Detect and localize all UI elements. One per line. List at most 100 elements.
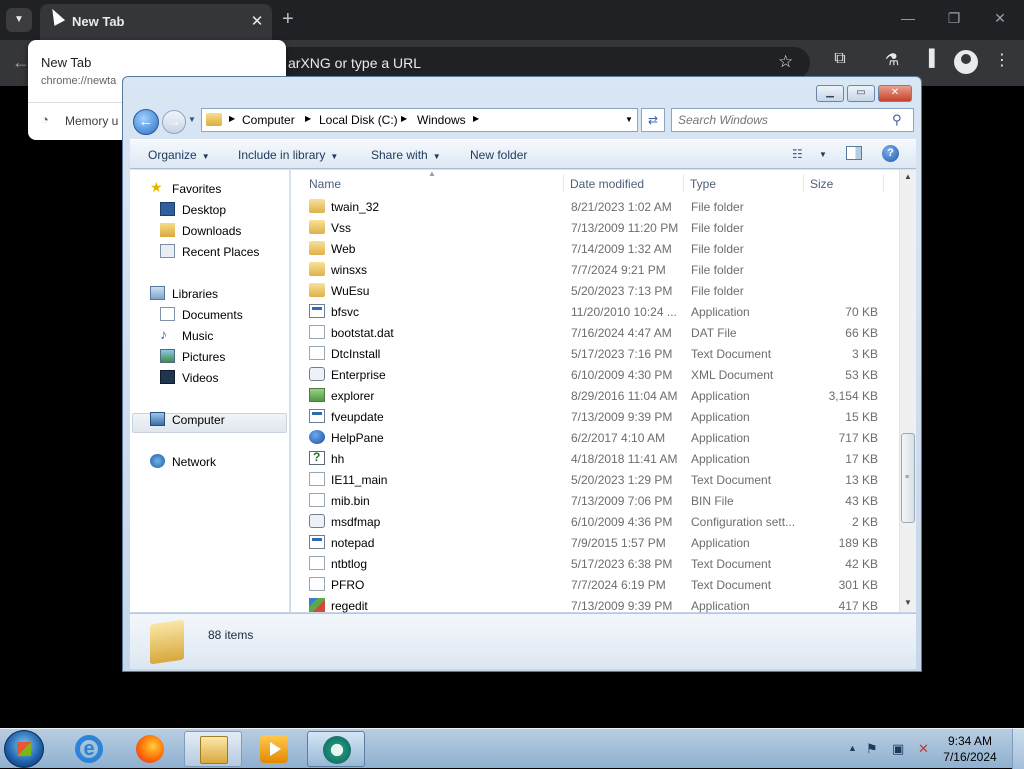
profile-avatar-icon[interactable] xyxy=(954,50,978,74)
file-row[interactable]: hh 4/18/2018 11:41 AM Application 17 KB xyxy=(291,448,901,469)
file-row[interactable]: msdfmap 6/10/2009 4:36 PM Configuration se… xyxy=(291,511,901,532)
scrollbar-thumb[interactable]: ≡ xyxy=(901,433,915,523)
vertical-scrollbar[interactable]: ▲ ≡ ▼ xyxy=(899,170,916,612)
network-icon xyxy=(150,454,165,468)
scroll-up-arrow-icon[interactable]: ▲ xyxy=(904,172,912,181)
column-divider[interactable] xyxy=(883,174,884,192)
file-row[interactable]: DtcInstall 5/17/2023 7:16 PM Text Document… xyxy=(291,343,901,364)
action-center-flag-icon[interactable]: ⚑ xyxy=(866,741,878,757)
taskbar-internet-explorer[interactable]: e xyxy=(60,731,118,767)
clock-time[interactable]: 9:34 AM xyxy=(940,734,1000,748)
taskbar-chrome[interactable] xyxy=(307,731,365,767)
chevron-down-icon[interactable]: ▼ xyxy=(819,150,827,159)
file-row[interactable]: fveupdate 7/13/2009 9:39 PM Application 15 … xyxy=(291,406,901,427)
forward-button[interactable]: → xyxy=(162,110,186,134)
show-desktop-button[interactable] xyxy=(1012,729,1024,769)
include-in-library-menu[interactable]: Include in library ▼ xyxy=(238,148,338,162)
file-row[interactable]: Vss 7/13/2009 11:20 PM File folder xyxy=(291,217,901,238)
preview-pane-icon[interactable] xyxy=(846,146,862,160)
file-row[interactable]: twain_32 8/21/2023 1:02 AM File folder xyxy=(291,196,901,217)
menu-kebab-icon[interactable]: ⋮ xyxy=(990,50,1014,70)
file-row[interactable]: bfsvc 11/20/2010 10:24 ... Application 70 K… xyxy=(291,301,901,322)
app-icon xyxy=(309,535,325,549)
breadcrumb-local-disk[interactable]: Local Disk (C:) xyxy=(319,113,398,127)
back-button[interactable]: ← xyxy=(133,109,159,135)
side-panel-icon[interactable]: ▐ xyxy=(917,50,941,68)
column-header-type[interactable]: Type xyxy=(690,177,716,191)
file-name: bfsvc xyxy=(331,305,360,319)
breadcrumb-separator-icon[interactable]: ▶ xyxy=(473,114,479,123)
file-row[interactable]: Web 7/14/2009 1:32 AM File folder xyxy=(291,238,901,259)
nav-label: Videos xyxy=(182,371,219,385)
omnibox-placeholder: arXNG or type a URL xyxy=(288,55,422,71)
show-hidden-icons-icon[interactable]: ▲ xyxy=(848,743,857,753)
taskbar-windows-explorer[interactable] xyxy=(184,731,242,767)
column-header-name[interactable]: Name xyxy=(309,177,341,191)
help-icon[interactable]: ? xyxy=(882,145,899,162)
doc-icon xyxy=(309,472,325,486)
explorer-close-button[interactable]: ✕ xyxy=(878,85,912,102)
change-view-icon[interactable]: ☷ xyxy=(792,147,803,161)
breadcrumb-separator-icon[interactable]: ▶ xyxy=(305,114,311,123)
taskbar-media-player[interactable] xyxy=(245,731,303,767)
file-row[interactable]: WuEsu 5/20/2023 7:13 PM File folder xyxy=(291,280,901,301)
explorer-minimize-button[interactable]: ▁ xyxy=(816,85,844,102)
file-row[interactable]: bootstat.dat 7/16/2024 4:47 AM DAT File 66 … xyxy=(291,322,901,343)
refresh-button[interactable]: ⇄ xyxy=(641,108,665,132)
file-row[interactable]: IE11_main 5/20/2023 1:29 PM Text Document 1… xyxy=(291,469,901,490)
breadcrumb-computer[interactable]: Computer xyxy=(242,113,295,127)
file-row[interactable]: HelpPane 6/2/2017 4:10 AM Application 717 K… xyxy=(291,427,901,448)
address-bar[interactable]: ▶ Computer ▶ Local Disk (C:) ▶ Windows ▶… xyxy=(201,108,638,132)
doc-icon xyxy=(309,577,325,591)
chevron-down-icon: ▼ xyxy=(330,152,339,161)
network-tray-icon[interactable]: ▣ xyxy=(892,741,904,757)
column-divider[interactable] xyxy=(563,174,564,192)
file-row[interactable]: Enterprise 6/10/2009 4:30 PM XML Document 5… xyxy=(291,364,901,385)
labs-flask-icon[interactable]: ⚗ xyxy=(880,50,904,70)
breadcrumb-windows[interactable]: Windows xyxy=(417,113,466,127)
column-divider[interactable] xyxy=(683,174,684,192)
hover-card-title: New Tab xyxy=(41,55,92,70)
new-tab-button[interactable]: + xyxy=(282,8,294,30)
file-row[interactable]: notepad 7/9/2015 1:57 PM Application 189 KB xyxy=(291,532,901,553)
address-dropdown-icon[interactable]: ▼ xyxy=(625,115,633,124)
volume-muted-icon[interactable]: ✕ xyxy=(918,741,929,757)
tab-new-tab[interactable]: New Tab ✕ xyxy=(40,4,272,40)
nav-label: Computer xyxy=(172,413,225,427)
folder-icon xyxy=(309,199,325,213)
bookmark-star-icon[interactable]: ☆ xyxy=(778,52,793,72)
search-icon[interactable]: ⚲ xyxy=(892,112,902,128)
start-button[interactable] xyxy=(4,730,44,768)
file-row[interactable]: ntbtlog 5/17/2023 6:38 PM Text Document 42 … xyxy=(291,553,901,574)
restore-icon[interactable]: ❐ xyxy=(942,10,966,27)
new-folder-button[interactable]: New folder xyxy=(470,148,527,162)
tab-close-icon[interactable]: ✕ xyxy=(248,12,266,30)
file-row[interactable]: explorer 8/29/2016 11:04 AM Application 3,1… xyxy=(291,385,901,406)
tab-search-button[interactable]: ▼ xyxy=(6,8,32,32)
clock-date[interactable]: 7/16/2024 xyxy=(940,750,1000,764)
taskbar-firefox[interactable] xyxy=(121,731,179,767)
file-row[interactable]: PFRO 7/7/2024 6:19 PM Text Document 301 KB xyxy=(291,574,901,595)
column-divider[interactable] xyxy=(803,174,804,192)
share-with-menu[interactable]: Share with ▼ xyxy=(371,148,441,162)
column-header-date[interactable]: Date modified xyxy=(570,177,644,191)
file-size: 417 KB xyxy=(838,599,878,613)
breadcrumb-separator-icon[interactable]: ▶ xyxy=(229,114,235,123)
extensions-icon[interactable]: ⧉ xyxy=(828,50,852,68)
folder-icon xyxy=(206,113,222,126)
organize-menu[interactable]: Organize ▼ xyxy=(148,148,210,162)
minimize-icon[interactable]: — xyxy=(896,10,920,26)
search-input[interactable] xyxy=(678,113,888,127)
file-name: Vss xyxy=(331,221,352,235)
column-header-size[interactable]: Size xyxy=(810,177,833,191)
file-row[interactable]: mib.bin 7/13/2009 7:06 PM BIN File 43 KB xyxy=(291,490,901,511)
file-name: twain_32 xyxy=(331,200,380,214)
breadcrumb-separator-icon[interactable]: ▶ xyxy=(401,114,407,123)
file-row[interactable]: winsxs 7/7/2024 9:21 PM File folder xyxy=(291,259,901,280)
recent-pages-dropdown-icon[interactable]: ▼ xyxy=(188,115,196,124)
close-window-icon[interactable]: ✕ xyxy=(988,10,1012,27)
file-size: 66 KB xyxy=(845,326,878,340)
scroll-down-arrow-icon[interactable]: ▼ xyxy=(904,598,912,607)
explorer-maximize-button[interactable]: ▭ xyxy=(847,85,875,102)
search-box[interactable]: ⚲ xyxy=(671,108,914,132)
